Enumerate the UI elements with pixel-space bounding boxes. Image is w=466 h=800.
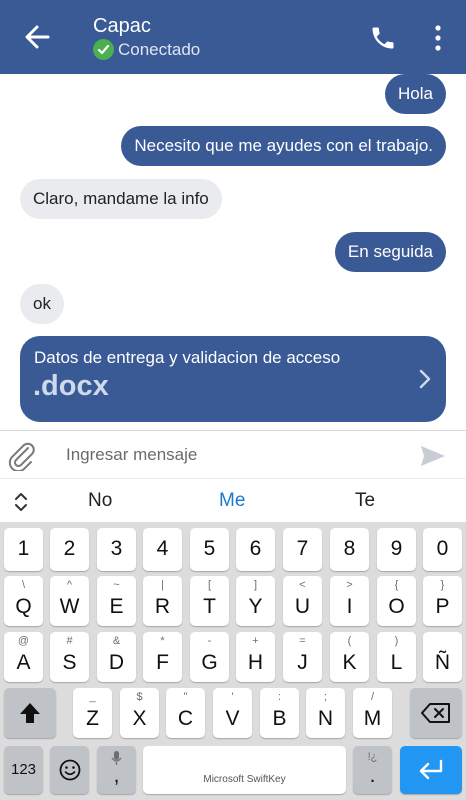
suggestion-left[interactable]: No (88, 490, 112, 512)
key-y[interactable]: ] Y (236, 576, 275, 626)
key-4[interactable]: 4 (143, 528, 182, 571)
attachment-title: Datos de entrega y validacion de acceso (34, 348, 341, 367)
key-n-tilde[interactable]: Ñ (423, 632, 462, 682)
composer-bar (0, 430, 466, 478)
expand-icon[interactable] (12, 491, 30, 513)
message-bubble-outgoing[interactable]: Hola (385, 74, 446, 114)
enter-key[interactable] (400, 746, 462, 794)
enter-icon (419, 759, 443, 780)
chat-header: Capac Conectado (0, 0, 466, 74)
contact-status: Conectado (93, 39, 200, 60)
message-input[interactable] (66, 441, 396, 469)
key-d[interactable]: & D (97, 632, 136, 682)
message-bubble-incoming[interactable]: ok (20, 284, 64, 324)
more-vert-icon[interactable] (432, 24, 444, 52)
key-h[interactable]: + H (236, 632, 275, 682)
message-bubble-incoming[interactable]: Claro, mandame la info (20, 179, 222, 219)
suggestion-center[interactable]: Me (219, 490, 245, 512)
key-z[interactable]: _ Z (73, 688, 112, 738)
key-r[interactable]: | R (143, 576, 182, 626)
key-n[interactable]: ; N (306, 688, 345, 738)
key-6[interactable]: 6 (236, 528, 275, 571)
keyboard: 1 2 3 4 5 6 7 8 9 0 \ Q ^ W ~ E | R [T ] Y < U… (0, 522, 466, 800)
numbers-key[interactable]: 123 (4, 746, 43, 794)
key-5[interactable]: 5 (190, 528, 229, 571)
contact-name[interactable]: Capac (93, 15, 151, 38)
key-8[interactable]: 8 (330, 528, 369, 571)
comma-key[interactable]: , (97, 746, 136, 794)
key-q[interactable]: \ Q (4, 576, 43, 626)
key-c[interactable]: " C (166, 688, 205, 738)
check-circle-icon (93, 39, 114, 60)
key-x[interactable]: $ X (120, 688, 159, 738)
key-2[interactable]: 2 (50, 528, 89, 571)
suggestion-right[interactable]: Te (355, 490, 375, 512)
key-w[interactable]: ^ W (50, 576, 89, 626)
key-g[interactable]: -G (190, 632, 229, 682)
backspace-icon (421, 703, 450, 723)
paperclip-icon[interactable] (6, 439, 36, 471)
key-s[interactable]: # S (50, 632, 89, 682)
key-k[interactable]: (K (330, 632, 369, 682)
key-9[interactable]: 9 (377, 528, 416, 571)
key-f[interactable]: * F (143, 632, 182, 682)
shift-key[interactable] (4, 688, 56, 738)
chevron-right-icon (419, 369, 431, 389)
attachment-bubble[interactable]: Datos de entrega y validacion de acceso … (20, 336, 446, 422)
message-bubble-outgoing[interactable]: Necesito que me ayudes con el trabajo. (121, 126, 446, 166)
key-u[interactable]: < U (283, 576, 322, 626)
key-l[interactable]: ) L (377, 632, 416, 682)
status-label: Conectado (118, 39, 201, 59)
key-m[interactable]: / M (353, 688, 392, 738)
key-0[interactable]: 0 (423, 528, 462, 571)
key-1[interactable]: 1 (4, 528, 43, 571)
shift-icon (20, 703, 40, 723)
message-list[interactable]: Hola Necesito que me ayudes con el traba… (0, 74, 466, 430)
backspace-key[interactable] (410, 688, 462, 738)
message-bubble-outgoing[interactable]: En seguida (334, 232, 446, 272)
emoji-icon (59, 759, 81, 781)
arrow-left-icon[interactable] (22, 22, 52, 52)
key-b[interactable]: :B (260, 688, 299, 738)
key-7[interactable]: 7 (283, 528, 322, 571)
suggestion-bar: No Me Te (0, 478, 466, 522)
key-p[interactable]: } P (423, 576, 462, 626)
key-v[interactable]: ' V (213, 688, 252, 738)
period-key[interactable]: !¿ . (353, 746, 392, 794)
space-key[interactable]: Microsoft SwiftKey (143, 746, 346, 794)
phone-icon[interactable] (369, 24, 397, 52)
key-j[interactable]: = J (283, 632, 322, 682)
key-a[interactable]: @ A (4, 632, 43, 682)
key-t[interactable]: [T (190, 576, 229, 626)
key-3[interactable]: 3 (97, 528, 136, 571)
attachment-extension: .docx (33, 370, 109, 402)
send-icon[interactable] (420, 445, 446, 467)
key-o[interactable]: {O (377, 576, 416, 626)
key-i[interactable]: > I (330, 576, 369, 626)
key-e[interactable]: ~ E (97, 576, 136, 626)
emoji-key[interactable] (50, 746, 89, 794)
